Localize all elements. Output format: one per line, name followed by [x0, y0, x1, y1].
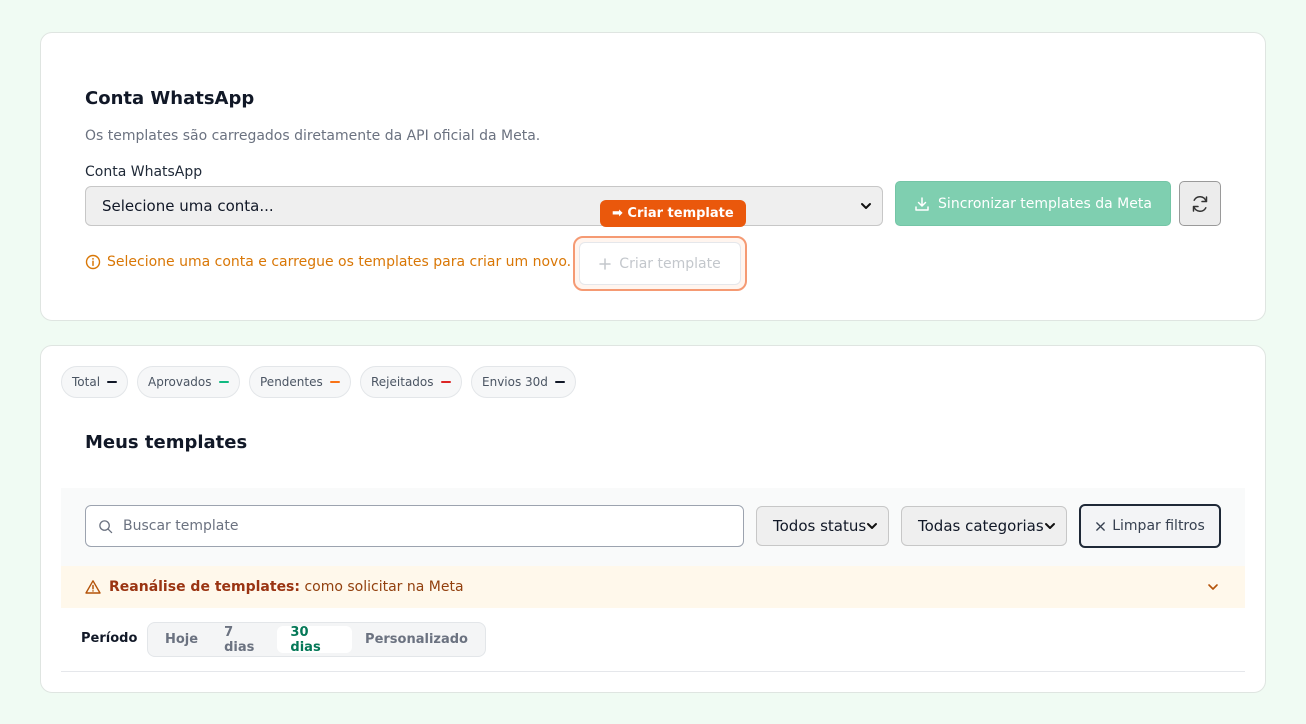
- search-icon: [99, 519, 113, 533]
- stat-value-dash: [218, 381, 229, 383]
- refresh-button[interactable]: [1179, 181, 1221, 226]
- chevron-down-icon: [867, 523, 877, 529]
- clear-filters-button[interactable]: Limpar filtros: [1079, 504, 1221, 548]
- stat-value-dash: [554, 381, 565, 383]
- account-select-label: Conta WhatsApp: [85, 164, 203, 180]
- refresh-icon: [1192, 195, 1208, 212]
- category-filter-select[interactable]: Todas categorias: [901, 506, 1067, 546]
- plus-icon: [599, 257, 612, 270]
- period-selector: Hoje 7 dias 30 dias Personalizado: [147, 622, 486, 657]
- stat-label: Pendentes: [260, 375, 323, 389]
- period-30-days[interactable]: 30 dias: [277, 625, 353, 655]
- stat-pill-sends-30d: Envios 30d: [471, 366, 576, 398]
- close-icon: [1096, 521, 1106, 531]
- templates-card: Total Aprovados Pendentes Rejeitados Env…: [40, 345, 1266, 693]
- info-icon: [85, 254, 101, 270]
- clear-filters-label: Limpar filtros: [1112, 518, 1205, 534]
- filter-bar: Buscar template Todos status Todas categ…: [61, 488, 1245, 566]
- account-card: Conta WhatsApp Os templates são carregad…: [40, 32, 1266, 321]
- period-today[interactable]: Hoje: [152, 626, 211, 653]
- stat-value-dash: [107, 381, 118, 383]
- category-filter-value: Todas categorias: [918, 517, 1044, 535]
- chevron-down-icon: [861, 203, 871, 209]
- stat-pill-pending: Pendentes: [249, 366, 351, 398]
- stat-pill-rejected: Rejeitados: [360, 366, 462, 398]
- stat-label: Rejeitados: [371, 375, 434, 389]
- create-template-highlight: Criar template: [573, 236, 747, 291]
- account-subtitle: Os templates são carregados diretamente …: [85, 128, 541, 144]
- sync-templates-button[interactable]: Sincronizar templates da Meta: [895, 181, 1171, 226]
- period-7-days[interactable]: 7 dias: [211, 625, 277, 655]
- stat-value-dash: [440, 381, 451, 383]
- reanalise-text: Reanálise de templates: como solicitar n…: [109, 579, 464, 595]
- status-filter-select[interactable]: Todos status: [756, 506, 889, 546]
- chevron-down-icon: [1208, 584, 1218, 590]
- period-custom[interactable]: Personalizado: [352, 626, 481, 653]
- period-label: Período: [81, 631, 138, 646]
- search-placeholder: Buscar template: [123, 518, 239, 534]
- warning-icon: [85, 580, 101, 594]
- download-icon: [915, 196, 929, 211]
- chevron-down-icon: [1045, 523, 1055, 529]
- templates-title: Meus templates: [85, 432, 248, 453]
- divider: [61, 671, 1245, 672]
- account-warning-text: Selecione uma conta e carregue os templa…: [107, 254, 572, 270]
- sync-templates-label: Sincronizar templates da Meta: [938, 195, 1152, 212]
- account-select-value: Selecione uma conta...: [102, 197, 274, 215]
- stat-pill-total: Total: [61, 366, 129, 398]
- status-filter-value: Todos status: [773, 517, 867, 535]
- stat-value-dash: [329, 381, 340, 383]
- account-title: Conta WhatsApp: [85, 88, 255, 109]
- reanalise-link-text: como solicitar na Meta: [304, 579, 464, 595]
- search-input[interactable]: Buscar template: [85, 505, 744, 547]
- stat-label: Envios 30d: [482, 375, 548, 389]
- stat-label: Total: [72, 375, 101, 389]
- create-template-tooltip: ➡ Criar template: [600, 200, 746, 227]
- reanalise-bold: Reanálise de templates:: [109, 579, 300, 595]
- reanalise-banner[interactable]: Reanálise de templates: como solicitar n…: [61, 566, 1245, 608]
- stat-label: Aprovados: [148, 375, 212, 389]
- create-template-label: Criar template: [619, 255, 721, 272]
- account-select[interactable]: Selecione uma conta...: [85, 186, 883, 226]
- stat-pill-approved: Aprovados: [137, 366, 240, 398]
- account-warning: Selecione uma conta e carregue os templa…: [85, 254, 571, 270]
- create-template-button[interactable]: Criar template: [579, 242, 741, 285]
